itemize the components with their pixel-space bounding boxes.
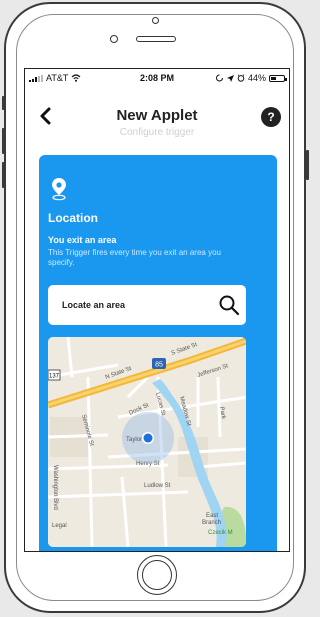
home-button[interactable] — [137, 555, 177, 595]
app-screen: AT&T 2:08 PM 44% New Applet Configure tr… — [24, 68, 290, 552]
earpiece-speaker — [136, 36, 176, 42]
page-title: New Applet — [116, 107, 198, 124]
power-button — [306, 150, 309, 180]
map-canvas[interactable]: 85 137 N State St S State St Jefferson S… — [48, 337, 246, 547]
map-label-czecik: Czecik M — [208, 530, 233, 536]
map-label-east: East — [206, 513, 218, 519]
battery-percent: 44% — [247, 73, 266, 83]
front-camera — [110, 35, 118, 43]
map-label-washington: Washington Blvd — [52, 465, 58, 510]
mute-switch — [2, 96, 5, 110]
map-label-legal: Legal — [52, 523, 67, 529]
map-label-ludlow: Ludlow St — [144, 483, 171, 489]
trigger-description: This Trigger fires every time you exit a… — [48, 248, 221, 267]
battery-fill — [271, 76, 276, 80]
trigger-name: You exit an area — [48, 235, 117, 245]
help-button[interactable]: ? — [261, 107, 281, 127]
volume-down-button — [2, 162, 5, 188]
nav-bar: New Applet Configure trigger ? — [25, 87, 289, 149]
rotation-lock-icon — [216, 74, 223, 82]
map-label-taylor: Taylor — [126, 437, 142, 443]
map-label-branch: Branch — [202, 520, 221, 526]
current-location-dot — [143, 433, 153, 443]
locate-area-field[interactable]: Locate an area — [48, 285, 246, 325]
route-label: 137 — [49, 374, 60, 380]
status-bar: AT&T 2:08 PM 44% — [25, 69, 289, 87]
locate-area-placeholder: Locate an area — [62, 300, 126, 310]
page-subtitle: Configure trigger — [119, 127, 195, 138]
search-icon[interactable] — [218, 294, 240, 316]
proximity-sensor — [152, 17, 159, 24]
service-title: Location — [48, 211, 98, 225]
trigger-card: Location You exit an area This Trigger f… — [39, 155, 277, 551]
location-arrow-icon — [226, 74, 234, 82]
highway-label: 85 — [155, 362, 163, 369]
location-pin-icon — [52, 178, 66, 201]
area-map[interactable]: 85 137 N State St S State St Jefferson S… — [48, 337, 246, 547]
status-indicators: 44% — [215, 73, 287, 83]
battery-icon — [269, 74, 287, 82]
alarm-icon — [237, 74, 245, 82]
volume-up-button — [2, 128, 5, 154]
